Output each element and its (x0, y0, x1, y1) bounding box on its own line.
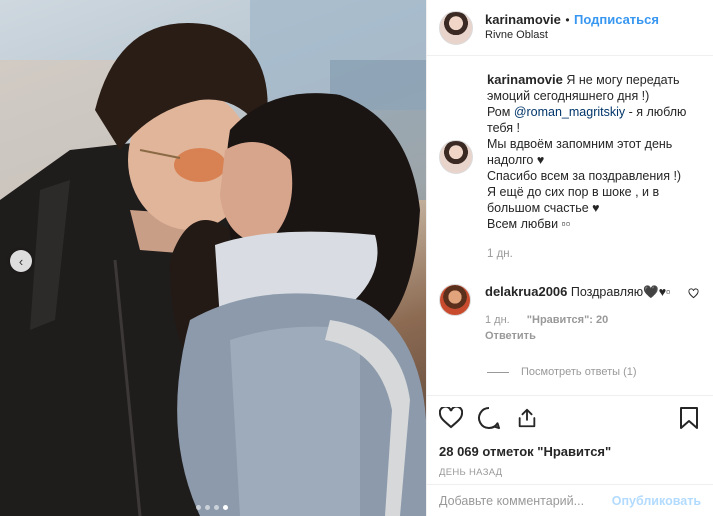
author-avatar[interactable] (439, 10, 473, 45)
separator: • (565, 13, 570, 27)
carousel-dot (214, 505, 219, 510)
comment-likes[interactable]: "Нравится": 20 (527, 314, 608, 326)
post-photo[interactable]: ‹ (0, 0, 426, 516)
posted-time[interactable]: ДЕНЬ НАЗАД (439, 467, 701, 478)
post-location[interactable]: Rivne Oblast (485, 28, 659, 43)
caption-username[interactable]: karinamovie (487, 72, 563, 87)
comment-item: delakrua2006 Поздравляю🖤♥▫ 1 дн. "Нравит… (439, 284, 705, 344)
comment-time[interactable]: 1 дн. (485, 314, 510, 326)
comments-section: karinamovie Я не могу передать эмоций се… (439, 72, 705, 380)
caption-line: Спасибо всем за поздравления !) (487, 169, 682, 183)
reply-button[interactable]: Ответить (485, 328, 685, 344)
commenter-avatar[interactable] (439, 284, 471, 316)
like-button[interactable] (439, 406, 463, 430)
caption-line: Мы вдвоём запомним этот день надолго ♥ (487, 137, 673, 167)
likes-count[interactable]: 28 069 отметок "Нравится" (439, 444, 701, 459)
post-sidebar: karinamovie • Подписаться Rivne Oblast k… (426, 0, 713, 516)
bookmark-icon (680, 407, 698, 429)
post-actions: 28 069 отметок "Нравится" ДЕНЬ НАЗАД (427, 395, 713, 478)
mention-link[interactable]: @roman_magritskiy (514, 105, 625, 119)
heart-icon (439, 407, 463, 429)
caption-time[interactable]: 1 дн. (487, 246, 705, 262)
save-button[interactable] (677, 406, 701, 430)
view-replies-button[interactable]: Посмотреть ответы (1) (487, 364, 705, 380)
share-button[interactable] (515, 406, 539, 430)
add-comment-form: Опубликовать (427, 484, 713, 516)
carousel-dot-active (223, 505, 228, 510)
post-header: karinamovie • Подписаться Rivne Oblast (427, 0, 713, 56)
view-replies-label: Посмотреть ответы (1) (521, 366, 637, 378)
like-comment-button[interactable] (688, 288, 699, 304)
replies-divider (487, 371, 509, 373)
commenter-username[interactable]: delakrua2006 (485, 284, 567, 299)
carousel-dot (196, 505, 201, 510)
carousel-dot (205, 505, 210, 510)
comment-input[interactable] (439, 493, 612, 508)
comment-meta: 1 дн. "Нравится": 20 (485, 312, 685, 328)
caption-line: Ром (487, 105, 514, 119)
comment-button[interactable] (477, 406, 501, 430)
follow-button[interactable]: Подписаться (574, 12, 659, 27)
caption-avatar[interactable] (439, 140, 473, 174)
carousel-indicator (196, 505, 228, 510)
caption-line: Всем любви ▫▫ (487, 217, 571, 231)
comment-text: Поздравляю🖤♥▫ (570, 285, 671, 299)
share-icon (518, 408, 536, 428)
photo-illustration (0, 0, 426, 516)
publish-button[interactable]: Опубликовать (612, 494, 701, 508)
carousel-prev-button[interactable]: ‹ (10, 250, 32, 272)
author-username[interactable]: karinamovie (485, 12, 561, 27)
chevron-left-icon: ‹ (18, 253, 24, 269)
caption: karinamovie Я не могу передать эмоций се… (439, 72, 705, 232)
comment-bubble-icon (478, 407, 500, 430)
heart-outline-icon (688, 288, 699, 299)
caption-line: Я ещё до сих пор в шоке , и в большом сч… (487, 185, 660, 215)
